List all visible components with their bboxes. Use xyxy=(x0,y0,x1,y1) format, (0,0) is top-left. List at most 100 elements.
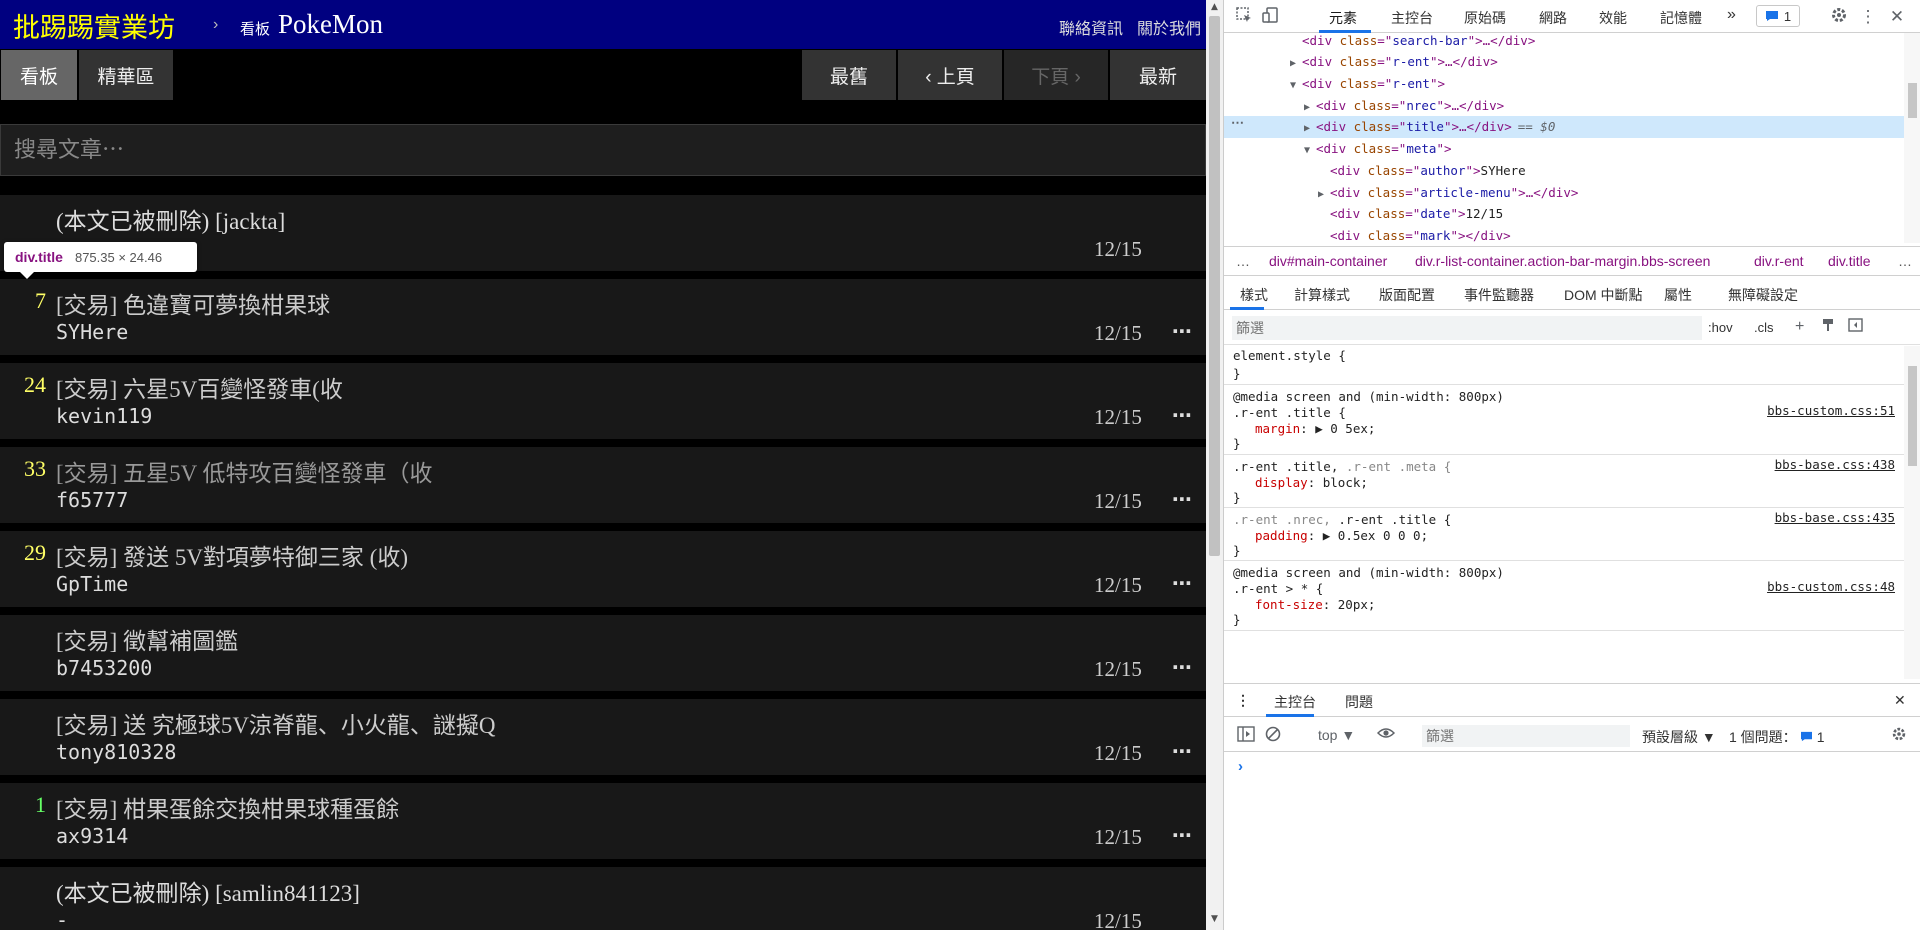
paint-brush-icon[interactable] xyxy=(1821,318,1835,337)
post-row[interactable]: [交易] 送 究極球5V涼脊龍、小火龍、謎擬Q tony810328 12/15 ⋯ xyxy=(0,699,1206,775)
dom-node[interactable]: <div class="date">12/15 xyxy=(1224,203,1904,225)
kebab-menu-icon[interactable]: ⋮ xyxy=(1857,6,1879,28)
toggle-sidebar-icon[interactable] xyxy=(1848,318,1863,337)
drawer-tab-console[interactable]: 主控台 xyxy=(1274,692,1316,712)
dom-node[interactable]: <div class="mark"></div> xyxy=(1224,225,1904,243)
rule-source-link[interactable]: bbs-custom.css:48 xyxy=(1767,579,1895,594)
dom-node-actions-icon[interactable]: ⋯ xyxy=(1231,115,1244,131)
subtab-event-listeners[interactable]: 事件監聽器 xyxy=(1464,285,1534,305)
post-title-link[interactable]: [交易] 色違寶可夢換柑果球 xyxy=(56,286,330,320)
breadcrumb-r-ent[interactable]: div.r-ent xyxy=(1754,253,1804,269)
dom-node[interactable]: ▶ <div class="title">…</div> == $0 xyxy=(1224,116,1904,138)
post-row[interactable]: [交易] 徵幫補圖鑑 b7453200 12/15 ⋯ xyxy=(0,615,1206,691)
drawer-menu-icon[interactable]: ⋮ xyxy=(1236,692,1250,709)
dom-node[interactable]: <div class="author">SYHere xyxy=(1224,160,1904,182)
console-issues-counter[interactable]: 1 個問題： 1 xyxy=(1729,727,1824,747)
article-menu-icon[interactable]: ⋯ xyxy=(1172,487,1193,511)
post-title-link[interactable]: [交易] 柑果蛋餘交換柑果球種蛋餘 xyxy=(56,790,399,824)
dom-node[interactable]: ▶ <div class="article-menu">…</div> xyxy=(1224,182,1904,204)
settings-gear-icon[interactable] xyxy=(1828,6,1850,28)
subtab-properties[interactable]: 屬性 xyxy=(1664,285,1692,305)
post-title-link[interactable]: (本文已被刪除) [samlin841123] xyxy=(56,874,360,908)
property-value[interactable]: : ▶ 0.5ex 0 0 0; xyxy=(1308,528,1428,543)
subtab-styles[interactable]: 樣式 xyxy=(1240,285,1268,305)
breadcrumb-overflow-right[interactable]: … xyxy=(1898,253,1912,269)
live-expression-eye-icon[interactable] xyxy=(1376,726,1396,745)
board-name-link[interactable]: PokeMon xyxy=(278,9,383,40)
site-title-link[interactable]: 批踢踢實業坊 xyxy=(13,6,175,45)
article-menu-icon[interactable]: ⋯ xyxy=(1172,319,1193,343)
post-title-link[interactable]: (本文已被刪除) [jackta] xyxy=(56,202,285,236)
close-devtools-icon[interactable]: ✕ xyxy=(1886,6,1908,28)
expand-toggle-icon[interactable]: ▼ xyxy=(1290,75,1302,97)
inspect-element-icon[interactable] xyxy=(1233,6,1255,28)
rule-selector[interactable]: element.style { xyxy=(1233,346,1346,366)
search-input[interactable] xyxy=(1,125,1205,175)
rule-declaration[interactable]: padding: ▶ 0.5ex 0 0 0; xyxy=(1255,526,1428,546)
expand-toggle-icon[interactable]: ▶ xyxy=(1304,118,1316,140)
breadcrumb-overflow-left[interactable]: … xyxy=(1236,253,1250,269)
drawer-tab-issues[interactable]: 問題 xyxy=(1345,692,1373,712)
expand-toggle-icon[interactable]: ▶ xyxy=(1290,53,1302,75)
device-toolbar-icon[interactable] xyxy=(1259,6,1281,28)
rule-declaration[interactable]: font-size: 20px; xyxy=(1255,595,1375,615)
property-name[interactable]: margin xyxy=(1255,421,1300,436)
prev-page-button[interactable]: ‹ 上頁 xyxy=(898,50,1002,100)
post-row[interactable]: 24 [交易] 六星5V百變怪發車(收 kevin119 12/15 ⋯ xyxy=(0,363,1206,439)
post-row[interactable]: 7 [交易] 色違寶可夢換柑果球 SYHere 12/15 ⋯ xyxy=(0,279,1206,355)
styles-scrollbar[interactable] xyxy=(1904,346,1920,679)
rule-source-link[interactable]: bbs-base.css:435 xyxy=(1775,510,1895,525)
tab-performance[interactable]: 效能 xyxy=(1599,8,1627,28)
property-value[interactable]: : block; xyxy=(1308,475,1368,490)
post-title-link[interactable]: [交易] 五星5V 低特攻百變怪發車（收 xyxy=(56,454,433,488)
breadcrumb-title[interactable]: div.title xyxy=(1828,253,1871,269)
property-name[interactable]: display xyxy=(1255,475,1308,490)
subtab-dom-breakpoints[interactable]: DOM 中斷點 xyxy=(1564,285,1643,305)
contact-link[interactable]: 聯絡資訊 xyxy=(1059,15,1123,39)
board-tab[interactable]: 看板 xyxy=(1,50,77,100)
issues-badge[interactable]: 1 xyxy=(1756,5,1800,27)
hover-state-toggle[interactable]: :hov xyxy=(1708,320,1733,335)
tab-memory[interactable]: 記憶體 xyxy=(1660,8,1702,28)
article-menu-icon[interactable]: ⋯ xyxy=(1172,403,1193,427)
newest-page-button[interactable]: 最新 xyxy=(1110,50,1206,100)
property-value[interactable]: : 20px; xyxy=(1323,597,1376,612)
rule-source-link[interactable]: bbs-base.css:438 xyxy=(1775,457,1895,472)
post-row[interactable]: 1 [交易] 柑果蛋餘交換柑果球種蛋餘 ax9314 12/15 ⋯ xyxy=(0,783,1206,859)
post-row[interactable]: 29 [交易] 發送 5V對項夢特御三家 (收) GpTime 12/15 ⋯ xyxy=(0,531,1206,607)
digest-tab[interactable]: 精華區 xyxy=(79,50,173,100)
rule-declaration[interactable]: display: block; xyxy=(1255,473,1368,493)
dom-node[interactable]: ▶ <div class="nrec">…</div> xyxy=(1224,95,1904,117)
log-levels-dropdown[interactable]: 預設層級 ▼ xyxy=(1642,727,1716,747)
show-sidebar-icon[interactable] xyxy=(1237,726,1255,747)
subtab-accessibility[interactable]: 無障礙設定 xyxy=(1728,285,1798,305)
about-link[interactable]: 關於我們 xyxy=(1137,15,1201,39)
more-tabs-icon[interactable]: » xyxy=(1727,6,1736,24)
styles-scrollbar-thumb[interactable] xyxy=(1908,366,1917,466)
rule-source-link[interactable]: bbs-custom.css:51 xyxy=(1767,403,1895,418)
styles-filter-input[interactable] xyxy=(1232,316,1702,340)
dom-node[interactable]: ▶ <div class="r-ent">…</div> xyxy=(1224,51,1904,73)
context-selector[interactable]: top ▼ xyxy=(1318,727,1355,743)
tab-network[interactable]: 網路 xyxy=(1539,8,1567,28)
dom-node[interactable]: ▼ <div class="r-ent"> xyxy=(1224,73,1904,95)
property-name[interactable]: font-size xyxy=(1255,597,1323,612)
page-scrollbar-thumb[interactable] xyxy=(1209,16,1220,556)
class-toggle[interactable]: .cls xyxy=(1754,320,1774,335)
subtab-layout[interactable]: 版面配置 xyxy=(1379,285,1435,305)
clear-console-icon[interactable] xyxy=(1265,726,1281,747)
tab-console[interactable]: 主控台 xyxy=(1391,8,1433,28)
article-menu-icon[interactable]: ⋯ xyxy=(1172,823,1193,847)
post-title-link[interactable]: [交易] 六星5V百變怪發車(收 xyxy=(56,370,343,404)
tab-sources[interactable]: 原始碼 xyxy=(1464,8,1506,28)
post-title-link[interactable]: [交易] 徵幫補圖鑑 xyxy=(56,622,238,656)
dom-tree-scrollbar-thumb[interactable] xyxy=(1908,83,1917,118)
article-menu-icon[interactable]: ⋯ xyxy=(1172,739,1193,763)
post-row[interactable]: 33 [交易] 五星5V 低特攻百變怪發車（收 f65777 12/15 ⋯ xyxy=(0,447,1206,523)
article-menu-icon[interactable]: ⋯ xyxy=(1172,571,1193,595)
oldest-page-button[interactable]: 最舊 xyxy=(802,50,896,100)
dom-node[interactable]: ▼ <div class="meta"> xyxy=(1224,138,1904,160)
page-scrollbar[interactable]: ▲ ▼ xyxy=(1206,0,1223,930)
rule-declaration[interactable]: margin: ▶ 0 5ex; xyxy=(1255,419,1375,439)
expand-toggle-icon[interactable]: ▼ xyxy=(1304,140,1316,162)
